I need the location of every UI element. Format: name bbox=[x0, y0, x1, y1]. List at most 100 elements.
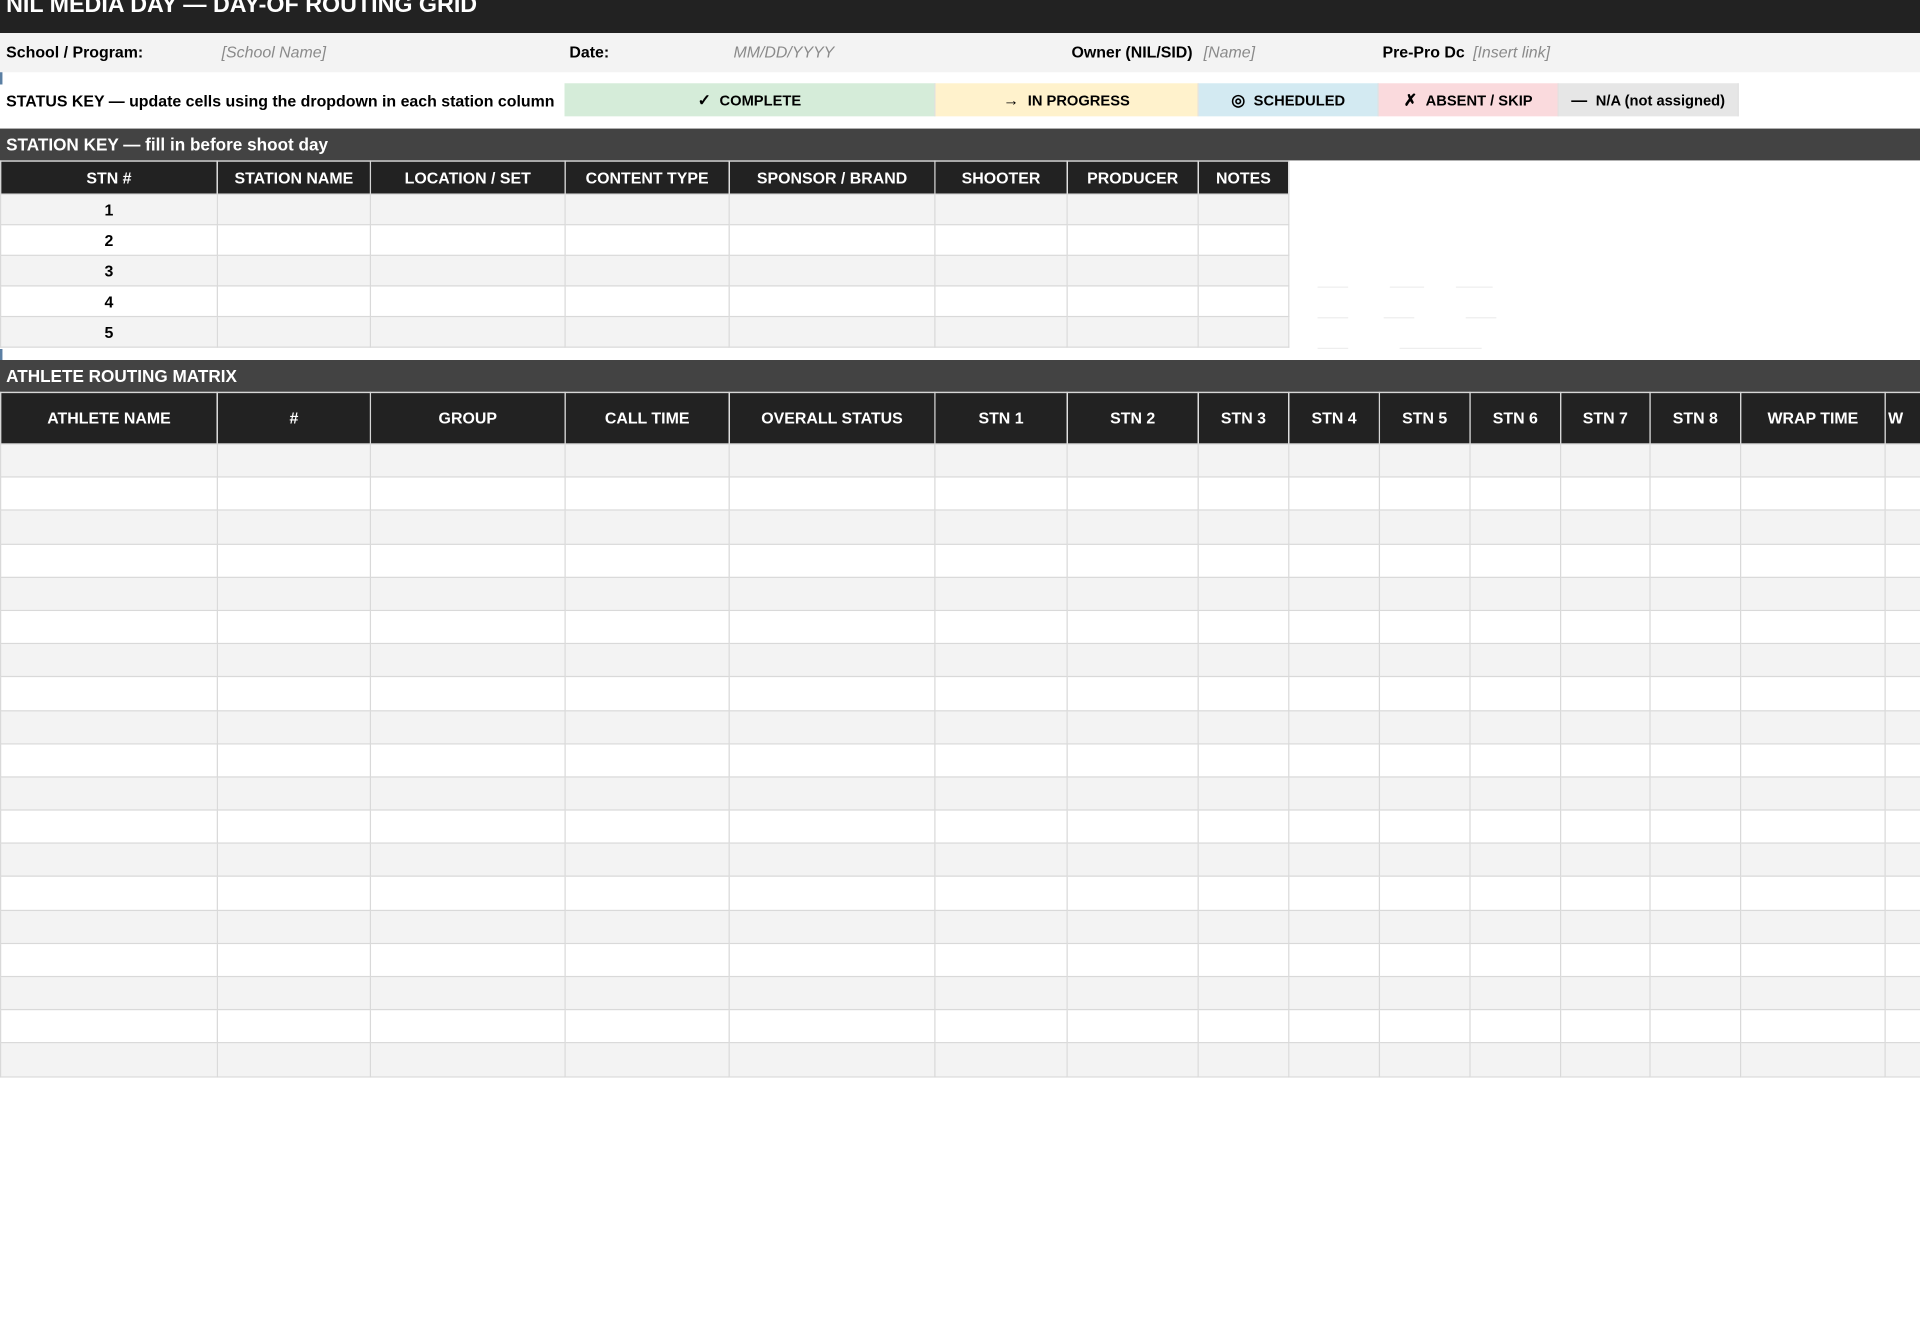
matrix-cell-athlete-name[interactable] bbox=[0, 942, 218, 978]
station-header-notes[interactable]: NOTES bbox=[1197, 160, 1290, 195]
matrix-cell-wrap-time[interactable] bbox=[1740, 543, 1886, 578]
matrix-cell-call-time[interactable] bbox=[564, 742, 730, 778]
matrix-cell-stn-2[interactable] bbox=[1066, 809, 1199, 844]
station-cell-stn[interactable]: 3 bbox=[0, 254, 218, 287]
matrix-cell-overall-status[interactable] bbox=[728, 609, 936, 645]
matrix-cell-w[interactable] bbox=[1884, 842, 1920, 878]
matrix-cell-group[interactable] bbox=[369, 809, 566, 844]
matrix-cell-overall-status[interactable] bbox=[728, 876, 936, 911]
matrix-cell-stn-5[interactable] bbox=[1378, 975, 1471, 1011]
matrix-cell-stn-6[interactable] bbox=[1469, 1042, 1562, 1078]
matrix-cell-stn-4[interactable] bbox=[1288, 809, 1381, 844]
date-label[interactable]: Date: bbox=[569, 43, 609, 63]
matrix-cell-call-time[interactable] bbox=[564, 609, 730, 645]
matrix-cell-wrap-time[interactable] bbox=[1740, 975, 1886, 1011]
matrix-cell-stn-5[interactable] bbox=[1378, 1042, 1471, 1078]
matrix-cell-stn-3[interactable] bbox=[1197, 942, 1290, 978]
matrix-cell-stn-1[interactable] bbox=[934, 476, 1068, 512]
matrix-cell-stn-1[interactable] bbox=[934, 942, 1068, 978]
station-cell-producer[interactable] bbox=[1066, 224, 1199, 256]
matrix-cell-stn-3[interactable] bbox=[1197, 975, 1290, 1011]
station-cell-notes[interactable] bbox=[1197, 285, 1290, 318]
matrix-cell-stn-1[interactable] bbox=[934, 443, 1068, 478]
matrix-cell-stn-6[interactable] bbox=[1469, 676, 1562, 711]
station-cell-stn[interactable]: 5 bbox=[0, 315, 218, 348]
matrix-cell-athlete-name[interactable] bbox=[0, 809, 218, 844]
matrix-cell-stn-6[interactable] bbox=[1469, 509, 1562, 545]
matrix-header-call-time[interactable]: CALL TIME bbox=[564, 391, 730, 445]
matrix-cell-athlete-name[interactable] bbox=[0, 742, 218, 778]
matrix-cell-stn-6[interactable] bbox=[1469, 909, 1562, 944]
matrix-cell-athlete-name[interactable] bbox=[0, 1042, 218, 1078]
matrix-cell-group[interactable] bbox=[369, 543, 566, 578]
matrix-cell-stn-8[interactable] bbox=[1649, 609, 1742, 645]
matrix-cell-stn-5[interactable] bbox=[1378, 543, 1471, 578]
matrix-cell-stn-2[interactable] bbox=[1066, 975, 1199, 1011]
station-cell-content-type[interactable] bbox=[564, 285, 730, 318]
matrix-cell-w[interactable] bbox=[1884, 876, 1920, 911]
matrix-cell-athlete-name[interactable] bbox=[0, 709, 218, 745]
matrix-cell-col[interactable] bbox=[216, 709, 372, 745]
matrix-cell-stn-4[interactable] bbox=[1288, 543, 1381, 578]
matrix-cell-stn-6[interactable] bbox=[1469, 975, 1562, 1011]
matrix-cell-group[interactable] bbox=[369, 842, 566, 878]
matrix-cell-stn-3[interactable] bbox=[1197, 1009, 1290, 1044]
matrix-cell-stn-7[interactable] bbox=[1560, 909, 1651, 944]
matrix-cell-call-time[interactable] bbox=[564, 676, 730, 711]
matrix-cell-w[interactable] bbox=[1884, 709, 1920, 745]
matrix-cell-stn-8[interactable] bbox=[1649, 509, 1742, 545]
matrix-cell-call-time[interactable] bbox=[564, 842, 730, 878]
matrix-cell-stn-7[interactable] bbox=[1560, 942, 1651, 978]
station-cell-station-name[interactable] bbox=[216, 193, 372, 226]
matrix-cell-stn-3[interactable] bbox=[1197, 676, 1290, 711]
matrix-cell-stn-1[interactable] bbox=[934, 609, 1068, 645]
matrix-cell-stn-5[interactable] bbox=[1378, 1009, 1471, 1044]
station-cell-notes[interactable] bbox=[1197, 254, 1290, 287]
matrix-cell-wrap-time[interactable] bbox=[1740, 809, 1886, 844]
matrix-cell-stn-7[interactable] bbox=[1560, 676, 1651, 711]
matrix-header-stn-2[interactable]: STN 2 bbox=[1066, 391, 1199, 445]
matrix-cell-stn-1[interactable] bbox=[934, 776, 1068, 811]
matrix-cell-stn-7[interactable] bbox=[1560, 509, 1651, 545]
matrix-cell-stn-3[interactable] bbox=[1197, 443, 1290, 478]
matrix-cell-stn-6[interactable] bbox=[1469, 742, 1562, 778]
matrix-cell-stn-1[interactable] bbox=[934, 909, 1068, 944]
matrix-cell-call-time[interactable] bbox=[564, 476, 730, 512]
matrix-cell-stn-8[interactable] bbox=[1649, 742, 1742, 778]
matrix-cell-stn-1[interactable] bbox=[934, 809, 1068, 844]
matrix-cell-athlete-name[interactable] bbox=[0, 876, 218, 911]
matrix-cell-athlete-name[interactable] bbox=[0, 975, 218, 1011]
matrix-cell-stn-6[interactable] bbox=[1469, 643, 1562, 678]
matrix-cell-stn-5[interactable] bbox=[1378, 742, 1471, 778]
matrix-cell-col[interactable] bbox=[216, 942, 372, 978]
station-header-stn[interactable]: STN # bbox=[0, 160, 218, 195]
matrix-cell-overall-status[interactable] bbox=[728, 1042, 936, 1078]
matrix-cell-stn-2[interactable] bbox=[1066, 676, 1199, 711]
matrix-cell-athlete-name[interactable] bbox=[0, 543, 218, 578]
matrix-cell-col[interactable] bbox=[216, 609, 372, 645]
matrix-cell-group[interactable] bbox=[369, 776, 566, 811]
matrix-cell-group[interactable] bbox=[369, 676, 566, 711]
status-chip-complete[interactable]: ✓ COMPLETE bbox=[564, 83, 936, 117]
matrix-cell-wrap-time[interactable] bbox=[1740, 1042, 1886, 1078]
matrix-cell-stn-2[interactable] bbox=[1066, 776, 1199, 811]
matrix-header-stn-8[interactable]: STN 8 bbox=[1649, 391, 1742, 445]
matrix-cell-col[interactable] bbox=[216, 909, 372, 944]
matrix-cell-overall-status[interactable] bbox=[728, 443, 936, 478]
matrix-cell-w[interactable] bbox=[1884, 1009, 1920, 1044]
matrix-cell-col[interactable] bbox=[216, 1042, 372, 1078]
matrix-cell-athlete-name[interactable] bbox=[0, 509, 218, 545]
matrix-cell-stn-4[interactable] bbox=[1288, 643, 1381, 678]
matrix-cell-stn-5[interactable] bbox=[1378, 942, 1471, 978]
matrix-cell-overall-status[interactable] bbox=[728, 576, 936, 611]
matrix-cell-w[interactable] bbox=[1884, 643, 1920, 678]
matrix-cell-stn-4[interactable] bbox=[1288, 909, 1381, 944]
matrix-header-wrap-time[interactable]: WRAP TIME bbox=[1740, 391, 1886, 445]
station-cell-stn[interactable]: 4 bbox=[0, 285, 218, 318]
matrix-cell-athlete-name[interactable] bbox=[0, 776, 218, 811]
matrix-header-group[interactable]: GROUP bbox=[369, 391, 566, 445]
matrix-cell-w[interactable] bbox=[1884, 509, 1920, 545]
matrix-cell-call-time[interactable] bbox=[564, 1009, 730, 1044]
matrix-cell-w[interactable] bbox=[1884, 742, 1920, 778]
station-cell-producer[interactable] bbox=[1066, 254, 1199, 287]
